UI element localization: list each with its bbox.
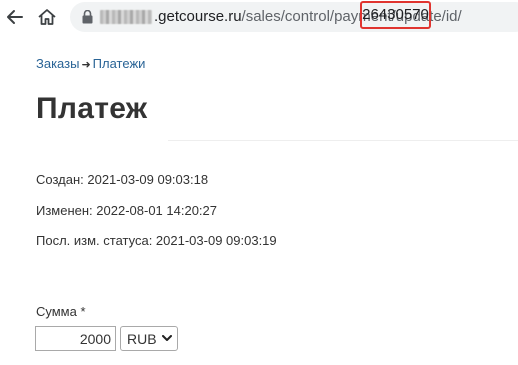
breadcrumb-arrow-icon: ➜ — [81, 59, 91, 71]
created-date: Создан: 2021-03-09 09:03:18 — [36, 172, 209, 187]
amount-label: Сумма * — [36, 304, 86, 319]
address-bar[interactable]: .getcourse.ru/sales/control/payment/upda… — [70, 2, 518, 32]
amount-input[interactable] — [35, 326, 116, 351]
browser-toolbar: .getcourse.ru/sales/control/payment/upda… — [0, 0, 518, 36]
currency-value: RUB — [127, 331, 157, 347]
title-divider — [168, 140, 518, 141]
home-icon — [38, 9, 56, 25]
arrow-left-icon — [7, 10, 23, 24]
currency-select[interactable]: RUB — [120, 326, 178, 351]
lock-icon — [82, 10, 93, 24]
breadcrumb-orders-link[interactable]: Заказы — [36, 56, 79, 71]
chevron-down-icon — [162, 335, 172, 341]
modified-date: Изменен: 2022-08-01 14:20:27 — [36, 203, 217, 218]
breadcrumb: Заказы ➜ Платежи — [36, 56, 145, 71]
url-host: .getcourse.ru — [154, 8, 242, 25]
url-id-highlight: 26430570 — [360, 1, 431, 29]
back-button[interactable] — [4, 6, 26, 28]
status-changed-date: Посл. изм. статуса: 2021-03-09 09:03:19 — [36, 233, 277, 248]
page-title: Платеж — [36, 92, 148, 125]
home-button[interactable] — [36, 6, 58, 28]
breadcrumb-payments-link[interactable]: Платежи — [93, 56, 146, 71]
redacted-subdomain — [100, 10, 152, 24]
